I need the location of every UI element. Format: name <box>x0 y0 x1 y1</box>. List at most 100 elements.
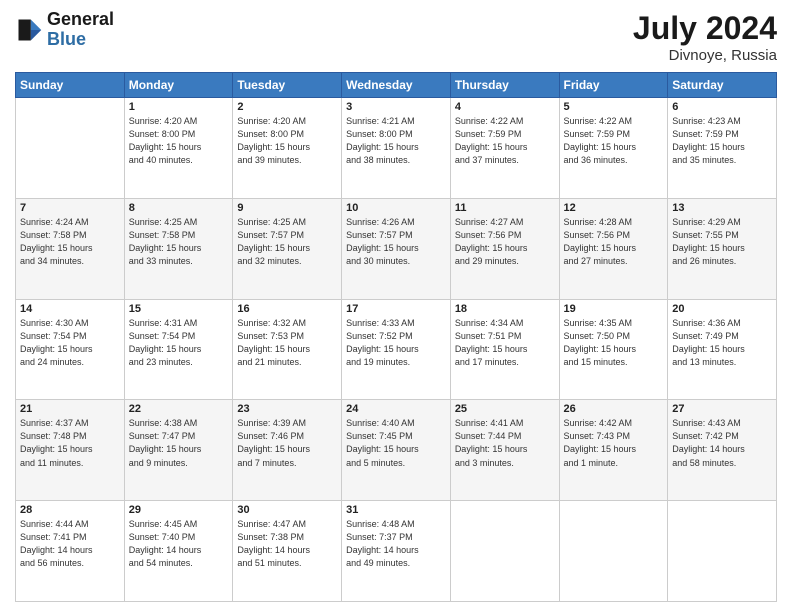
day-info: Sunrise: 4:34 AMSunset: 7:51 PMDaylight:… <box>455 317 555 369</box>
logo: General Blue <box>15 10 114 50</box>
day-number: 17 <box>346 303 446 315</box>
month-year: July 2024 <box>633 10 777 47</box>
day-info: Sunrise: 4:33 AMSunset: 7:52 PMDaylight:… <box>346 317 446 369</box>
table-row: 22 Sunrise: 4:38 AMSunset: 7:47 PMDayligh… <box>124 400 233 501</box>
day-number: 11 <box>455 202 555 214</box>
logo-line2: Blue <box>47 29 86 49</box>
table-row: 11 Sunrise: 4:27 AMSunset: 7:56 PMDayligh… <box>450 198 559 299</box>
day-number: 2 <box>237 101 337 113</box>
table-row <box>16 98 125 199</box>
calendar-header-tuesday: Tuesday <box>233 73 342 98</box>
table-row: 24 Sunrise: 4:40 AMSunset: 7:45 PMDayligh… <box>342 400 451 501</box>
table-row: 9 Sunrise: 4:25 AMSunset: 7:57 PMDaylight… <box>233 198 342 299</box>
day-info: Sunrise: 4:20 AMSunset: 8:00 PMDaylight:… <box>237 115 337 167</box>
day-info: Sunrise: 4:30 AMSunset: 7:54 PMDaylight:… <box>20 317 120 369</box>
day-info: Sunrise: 4:22 AMSunset: 7:59 PMDaylight:… <box>564 115 664 167</box>
table-row: 7 Sunrise: 4:24 AMSunset: 7:58 PMDaylight… <box>16 198 125 299</box>
day-number: 22 <box>129 403 229 415</box>
calendar-week-row: 14 Sunrise: 4:30 AMSunset: 7:54 PMDayligh… <box>16 299 777 400</box>
header: General Blue July 2024 Divnoye, Russia <box>15 10 777 64</box>
day-info: Sunrise: 4:37 AMSunset: 7:48 PMDaylight:… <box>20 417 120 469</box>
day-info: Sunrise: 4:29 AMSunset: 7:55 PMDaylight:… <box>672 216 772 268</box>
day-info: Sunrise: 4:24 AMSunset: 7:58 PMDaylight:… <box>20 216 120 268</box>
table-row: 8Sunrise: 4:25 AMSunset: 7:58 PMDaylight… <box>124 198 233 299</box>
table-row: 6 Sunrise: 4:23 AMSunset: 7:59 PMDaylight… <box>668 98 777 199</box>
table-row: 13 Sunrise: 4:29 AMSunset: 7:55 PMDayligh… <box>668 198 777 299</box>
table-row: 29Sunrise: 4:45 AMSunset: 7:40 PMDayligh… <box>124 501 233 602</box>
day-info: Sunrise: 4:25 AMSunset: 7:58 PMDaylight:… <box>129 216 229 268</box>
day-number: 13 <box>672 202 772 214</box>
day-number: 15 <box>129 303 229 315</box>
calendar-week-row: 1Sunrise: 4:20 AMSunset: 8:00 PMDaylight… <box>16 98 777 199</box>
calendar-header-sunday: Sunday <box>16 73 125 98</box>
table-row: 5 Sunrise: 4:22 AMSunset: 7:59 PMDaylight… <box>559 98 668 199</box>
day-number: 18 <box>455 303 555 315</box>
logo-line1: General <box>47 10 114 30</box>
day-number: 3 <box>346 101 446 113</box>
calendar-header-friday: Friday <box>559 73 668 98</box>
day-info: Sunrise: 4:40 AMSunset: 7:45 PMDaylight:… <box>346 417 446 469</box>
table-row <box>450 501 559 602</box>
day-info: Sunrise: 4:44 AMSunset: 7:41 PMDaylight:… <box>20 518 120 570</box>
day-number: 6 <box>672 101 772 113</box>
day-number: 16 <box>237 303 337 315</box>
day-info: Sunrise: 4:22 AMSunset: 7:59 PMDaylight:… <box>455 115 555 167</box>
day-number: 23 <box>237 403 337 415</box>
table-row: 28 Sunrise: 4:44 AMSunset: 7:41 PMDayligh… <box>16 501 125 602</box>
table-row: 27 Sunrise: 4:43 AMSunset: 7:42 PMDayligh… <box>668 400 777 501</box>
day-number: 24 <box>346 403 446 415</box>
day-info: Sunrise: 4:47 AMSunset: 7:38 PMDaylight:… <box>237 518 337 570</box>
calendar-week-row: 21 Sunrise: 4:37 AMSunset: 7:48 PMDayligh… <box>16 400 777 501</box>
location: Divnoye, Russia <box>633 47 777 64</box>
day-info: Sunrise: 4:31 AMSunset: 7:54 PMDaylight:… <box>129 317 229 369</box>
day-info: Sunrise: 4:27 AMSunset: 7:56 PMDaylight:… <box>455 216 555 268</box>
day-info: Sunrise: 4:36 AMSunset: 7:49 PMDaylight:… <box>672 317 772 369</box>
day-number: 9 <box>237 202 337 214</box>
day-number: 30 <box>237 504 337 516</box>
calendar-week-row: 28 Sunrise: 4:44 AMSunset: 7:41 PMDayligh… <box>16 501 777 602</box>
day-number: 7 <box>20 202 120 214</box>
day-number: 4 <box>455 101 555 113</box>
table-row: 25 Sunrise: 4:41 AMSunset: 7:44 PMDayligh… <box>450 400 559 501</box>
day-number: 27 <box>672 403 772 415</box>
table-row: 16Sunrise: 4:32 AMSunset: 7:53 PMDayligh… <box>233 299 342 400</box>
table-row: 17 Sunrise: 4:33 AMSunset: 7:52 PMDayligh… <box>342 299 451 400</box>
table-row: 4 Sunrise: 4:22 AMSunset: 7:59 PMDaylight… <box>450 98 559 199</box>
day-info: Sunrise: 4:45 AMSunset: 7:40 PMDaylight:… <box>129 518 229 570</box>
table-row: 20 Sunrise: 4:36 AMSunset: 7:49 PMDayligh… <box>668 299 777 400</box>
day-number: 5 <box>564 101 664 113</box>
day-number: 25 <box>455 403 555 415</box>
table-row: 23 Sunrise: 4:39 AMSunset: 7:46 PMDayligh… <box>233 400 342 501</box>
day-info: Sunrise: 4:23 AMSunset: 7:59 PMDaylight:… <box>672 115 772 167</box>
calendar-header-thursday: Thursday <box>450 73 559 98</box>
logo-text: General Blue <box>47 10 114 50</box>
day-number: 21 <box>20 403 120 415</box>
day-number: 20 <box>672 303 772 315</box>
day-number: 31 <box>346 504 446 516</box>
table-row: 12Sunrise: 4:28 AMSunset: 7:56 PMDayligh… <box>559 198 668 299</box>
day-number: 28 <box>20 504 120 516</box>
day-info: Sunrise: 4:41 AMSunset: 7:44 PMDaylight:… <box>455 417 555 469</box>
day-info: Sunrise: 4:25 AMSunset: 7:57 PMDaylight:… <box>237 216 337 268</box>
day-info: Sunrise: 4:26 AMSunset: 7:57 PMDaylight:… <box>346 216 446 268</box>
calendar-week-row: 7 Sunrise: 4:24 AMSunset: 7:58 PMDaylight… <box>16 198 777 299</box>
table-row: 26Sunrise: 4:42 AMSunset: 7:43 PMDayligh… <box>559 400 668 501</box>
table-row: 31 Sunrise: 4:48 AMSunset: 7:37 PMDayligh… <box>342 501 451 602</box>
table-row: 14 Sunrise: 4:30 AMSunset: 7:54 PMDayligh… <box>16 299 125 400</box>
table-row: 1Sunrise: 4:20 AMSunset: 8:00 PMDaylight… <box>124 98 233 199</box>
day-info: Sunrise: 4:43 AMSunset: 7:42 PMDaylight:… <box>672 417 772 469</box>
table-row: 18 Sunrise: 4:34 AMSunset: 7:51 PMDayligh… <box>450 299 559 400</box>
day-number: 14 <box>20 303 120 315</box>
table-row: 21 Sunrise: 4:37 AMSunset: 7:48 PMDayligh… <box>16 400 125 501</box>
page: General Blue July 2024 Divnoye, Russia S… <box>0 0 792 612</box>
day-info: Sunrise: 4:48 AMSunset: 7:37 PMDaylight:… <box>346 518 446 570</box>
day-info: Sunrise: 4:28 AMSunset: 7:56 PMDaylight:… <box>564 216 664 268</box>
day-number: 26 <box>564 403 664 415</box>
table-row: 2 Sunrise: 4:20 AMSunset: 8:00 PMDaylight… <box>233 98 342 199</box>
day-info: Sunrise: 4:38 AMSunset: 7:47 PMDaylight:… <box>129 417 229 469</box>
day-info: Sunrise: 4:35 AMSunset: 7:50 PMDaylight:… <box>564 317 664 369</box>
day-info: Sunrise: 4:21 AMSunset: 8:00 PMDaylight:… <box>346 115 446 167</box>
calendar-header-wednesday: Wednesday <box>342 73 451 98</box>
table-row: 10Sunrise: 4:26 AMSunset: 7:57 PMDayligh… <box>342 198 451 299</box>
day-info: Sunrise: 4:39 AMSunset: 7:46 PMDaylight:… <box>237 417 337 469</box>
